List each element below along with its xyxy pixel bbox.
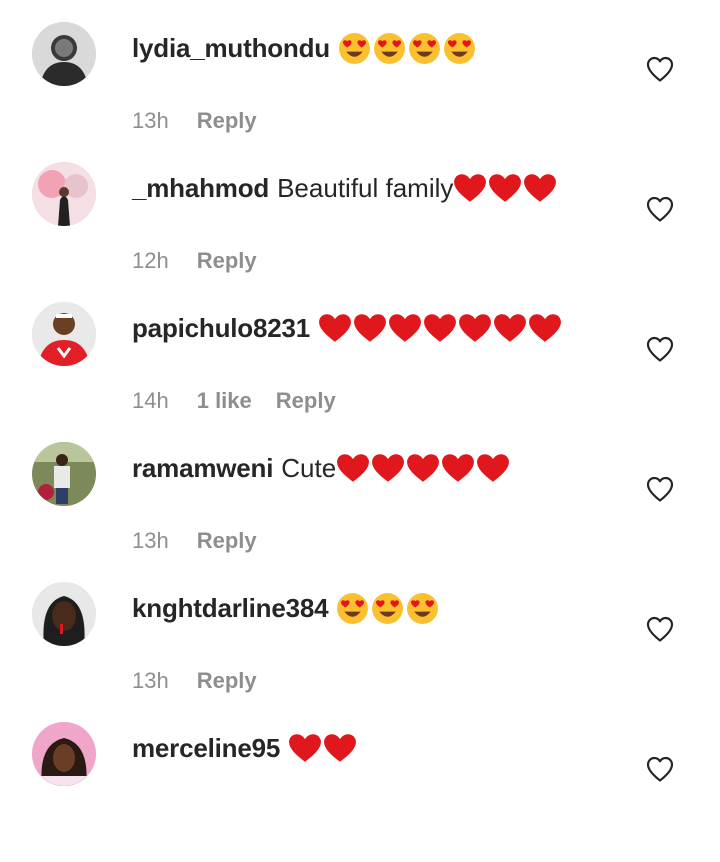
heart-eyes-emoji-icon (406, 592, 439, 625)
comment-line: papichulo8231 (132, 308, 563, 348)
heart-outline-icon[interactable] (646, 476, 674, 502)
heart-outline-icon[interactable] (646, 196, 674, 222)
heart-outline-icon[interactable] (646, 756, 674, 782)
comment-item: _mhahmod Beautiful family 12h Reply (0, 162, 720, 302)
comment-line: _mhahmod Beautiful family (132, 168, 558, 208)
avatar[interactable] (32, 162, 96, 226)
comment-text: Beautiful family (277, 168, 558, 208)
comment-meta: 13h Reply (132, 524, 257, 558)
timestamp: 13h (132, 668, 169, 693)
red-heart-emoji-icon (353, 313, 387, 343)
username[interactable]: lydia_muthondu (132, 28, 330, 68)
red-heart-emoji-icon (323, 733, 357, 763)
username[interactable]: merceline95 (132, 728, 280, 768)
red-heart-emoji-icon (458, 313, 492, 343)
timestamp: 13h (132, 108, 169, 133)
comment-text: Cute (281, 448, 511, 488)
comment-text-body: Cute (281, 453, 337, 483)
reply-button[interactable]: Reply (197, 528, 257, 554)
red-heart-emoji-icon (406, 453, 440, 483)
comment-meta: 13h Reply (132, 104, 257, 138)
emoji-row (288, 733, 358, 763)
red-heart-emoji-icon (288, 733, 322, 763)
heart-outline-icon[interactable] (646, 616, 674, 642)
emoji-row (336, 592, 441, 625)
red-heart-emoji-icon (528, 313, 562, 343)
comment-line: ramamweni Cute (132, 448, 511, 488)
heart-eyes-emoji-icon (336, 592, 369, 625)
comment-item: lydia_muthondu 13h Reply (0, 22, 720, 162)
red-heart-emoji-icon (336, 453, 370, 483)
red-heart-emoji-icon (488, 173, 522, 203)
red-heart-emoji-icon (476, 453, 510, 483)
comment-line: lydia_muthondu (132, 28, 478, 68)
heart-eyes-emoji-icon (371, 592, 404, 625)
reply-button[interactable]: Reply (197, 108, 257, 134)
comment-list: lydia_muthondu 13h Reply _mhahmod Beauti… (0, 0, 720, 798)
avatar[interactable] (32, 442, 96, 506)
timestamp: 12h (132, 248, 169, 273)
heart-eyes-emoji-icon (408, 32, 441, 65)
comment-line: merceline95 (132, 728, 358, 768)
comment-meta: 13h Reply (132, 664, 257, 698)
emoji-row (318, 313, 563, 343)
emoji-row (336, 453, 511, 483)
reply-button[interactable]: Reply (276, 388, 336, 414)
timestamp: 14h (132, 388, 169, 413)
username[interactable]: ramamweni (132, 448, 273, 488)
heart-eyes-emoji-icon (373, 32, 406, 65)
avatar[interactable] (32, 722, 96, 786)
red-heart-emoji-icon (493, 313, 527, 343)
comment-meta: 14h 1 like Reply (132, 384, 336, 418)
username[interactable]: papichulo8231 (132, 308, 310, 348)
reply-button[interactable]: Reply (197, 248, 257, 274)
comment-item: ramamweni Cute 13h Reply (0, 442, 720, 582)
emoji-row (453, 173, 558, 203)
heart-outline-icon[interactable] (646, 336, 674, 362)
emoji-row (338, 32, 478, 65)
comment-line: knghtdarline384 (132, 588, 441, 628)
avatar[interactable] (32, 302, 96, 366)
comment-meta: 12h Reply (132, 244, 257, 278)
avatar[interactable] (32, 582, 96, 646)
timestamp: 13h (132, 528, 169, 553)
heart-eyes-emoji-icon (338, 32, 371, 65)
red-heart-emoji-icon (441, 453, 475, 483)
red-heart-emoji-icon (453, 173, 487, 203)
like-count-button[interactable]: 1 like (197, 388, 252, 414)
comment-item: knghtdarline384 13h Reply (0, 582, 720, 722)
reply-button[interactable]: Reply (197, 668, 257, 694)
avatar[interactable] (32, 22, 96, 86)
heart-eyes-emoji-icon (443, 32, 476, 65)
username[interactable]: knghtdarline384 (132, 588, 329, 628)
red-heart-emoji-icon (388, 313, 422, 343)
comment-item: papichulo8231 14h 1 like Reply (0, 302, 720, 442)
comment-text-body: Beautiful family (277, 173, 454, 203)
comment-item: merceline95 (0, 722, 720, 862)
red-heart-emoji-icon (523, 173, 557, 203)
red-heart-emoji-icon (318, 313, 352, 343)
red-heart-emoji-icon (371, 453, 405, 483)
red-heart-emoji-icon (423, 313, 457, 343)
heart-outline-icon[interactable] (646, 56, 674, 82)
username[interactable]: _mhahmod (132, 168, 269, 208)
